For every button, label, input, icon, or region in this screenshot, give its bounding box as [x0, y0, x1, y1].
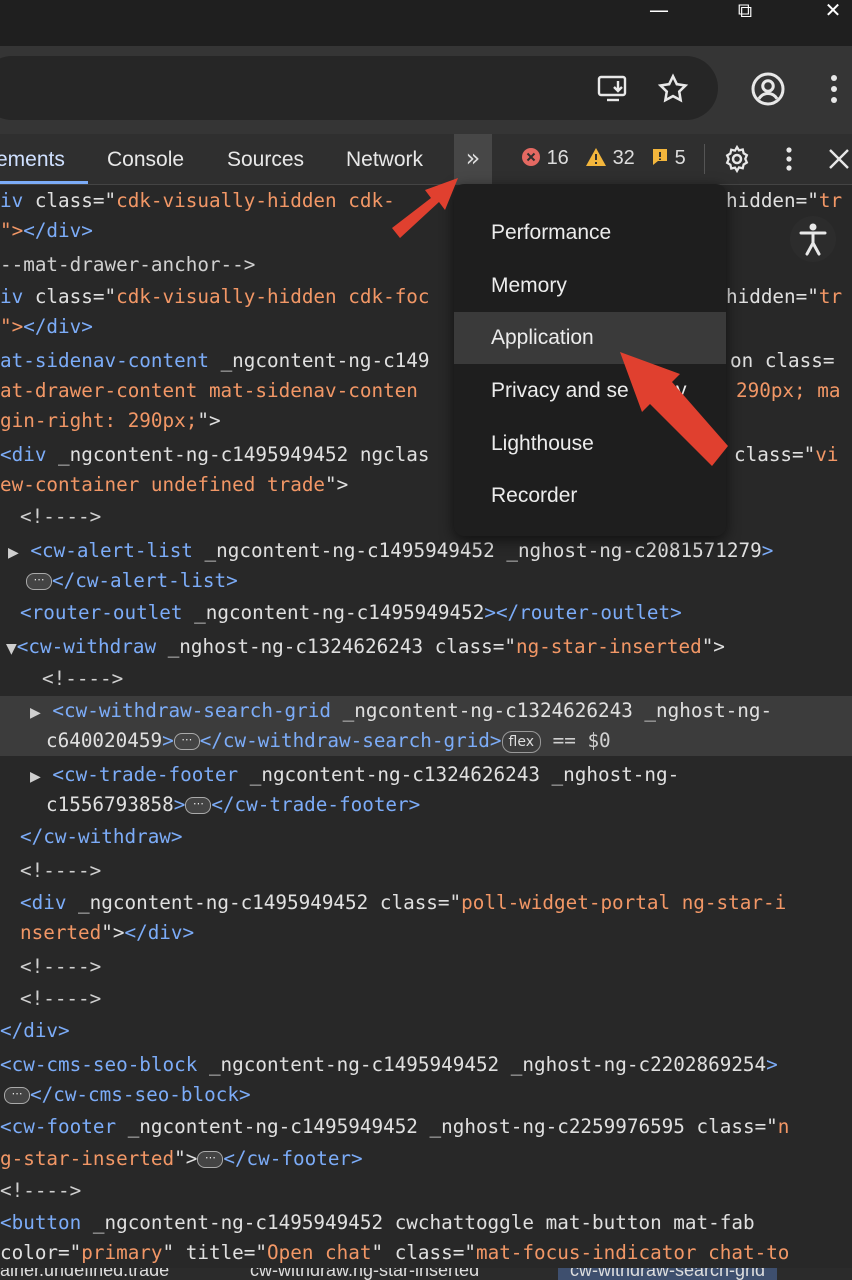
- accessibility-icon[interactable]: [790, 216, 836, 262]
- toolbar-divider: [704, 144, 705, 174]
- menu-item-memory[interactable]: Memory: [454, 260, 726, 312]
- star-icon[interactable]: [656, 72, 690, 106]
- more-tabs-menu: Performance Memory Application Privacy a…: [454, 184, 726, 536]
- more-tabs-button[interactable]: »: [454, 134, 492, 184]
- flex-badge[interactable]: flex: [501, 730, 542, 753]
- dom-line[interactable]: ▶ <cw-withdraw-search-grid _ngcontent-ng…: [30, 696, 772, 726]
- warning-icon: [585, 148, 607, 169]
- dom-line[interactable]: color="primary" title="Open chat" class=…: [0, 1238, 789, 1268]
- dom-line[interactable]: iv class="cdk-visually-hidden cdk-hidden…: [0, 186, 842, 216]
- dom-line[interactable]: iv class="cdk-visually-hidden cdk-foc hid…: [0, 282, 842, 312]
- dom-line[interactable]: <cw-footer _ngcontent-ng-c1495949452 _ng…: [0, 1112, 789, 1142]
- dom-line[interactable]: <!---->: [20, 502, 101, 532]
- dom-line[interactable]: ew-container undefined trade">: [0, 470, 348, 500]
- dom-line[interactable]: at-drawer-content mat-sidenav-conten 290p…: [0, 376, 840, 406]
- devtools-menu-icon[interactable]: [781, 145, 797, 173]
- install-app-icon[interactable]: [596, 72, 630, 106]
- dom-line[interactable]: <button _ngcontent-ng-c1495949452 cwchat…: [0, 1208, 755, 1238]
- expand-triangle-icon[interactable]: ▶: [30, 705, 41, 721]
- dom-line[interactable]: <div _ngcontent-ng-c1495949452 class="po…: [20, 888, 786, 918]
- dom-line[interactable]: <!---->: [42, 664, 123, 694]
- dom-line[interactable]: ⋯ </cw-cms-seo-block>: [4, 1080, 251, 1110]
- error-icon: [521, 148, 541, 169]
- menu-item-recorder[interactable]: Recorder: [454, 470, 726, 522]
- dom-line[interactable]: <!---->: [20, 856, 101, 886]
- profile-icon[interactable]: [750, 71, 786, 107]
- breadcrumb: ainer.undefined.trade cw-withdraw.ng-sta…: [0, 1268, 852, 1280]
- issues-icon: [651, 148, 669, 169]
- dom-line[interactable]: <!---->: [20, 952, 101, 982]
- collapse-triangle-icon[interactable]: ▼: [6, 641, 17, 657]
- dom-line[interactable]: at-sidenav-content _ngcontent-ng-c149 on …: [0, 346, 834, 376]
- tab-elements[interactable]: ements: [0, 148, 65, 172]
- menu-item-lighthouse[interactable]: Lighthouse: [454, 418, 726, 470]
- expand-triangle-icon[interactable]: ▶: [8, 545, 19, 561]
- browser-toolbar: [0, 46, 852, 134]
- collapsed-ellipsis[interactable]: ⋯: [4, 1087, 30, 1104]
- warnings-count: 32: [612, 147, 635, 169]
- collapsed-ellipsis[interactable]: ⋯: [197, 1151, 224, 1168]
- close-devtools-icon[interactable]: [826, 146, 852, 172]
- collapsed-ellipsis[interactable]: ⋯: [26, 573, 52, 590]
- restore-button[interactable]: ⧉: [720, 0, 770, 24]
- issues-badge[interactable]: 5: [651, 147, 686, 170]
- dom-line[interactable]: <router-outlet _ngcontent-ng-c1495949452…: [20, 598, 682, 628]
- dom-line[interactable]: </div>: [0, 1016, 70, 1046]
- window-titlebar: — ⧉ ✕: [0, 0, 852, 46]
- warnings-badge[interactable]: 32: [585, 147, 635, 170]
- menu-item-performance[interactable]: Performance: [454, 207, 726, 259]
- dom-line[interactable]: --mat-drawer-anchor-->: [0, 250, 255, 280]
- collapsed-ellipsis[interactable]: ⋯: [185, 797, 212, 814]
- dom-line[interactable]: "></div>: [0, 216, 93, 246]
- dom-line[interactable]: g-star-inserted"> ⋯ </cw-footer>: [0, 1144, 363, 1174]
- dom-line[interactable]: <cw-cms-seo-block _ngcontent-ng-c1495949…: [0, 1050, 778, 1080]
- tab-network[interactable]: Network: [346, 148, 423, 172]
- kebab-menu-icon[interactable]: [826, 72, 842, 106]
- menu-item-application[interactable]: Application: [454, 312, 726, 364]
- dom-line[interactable]: <div _ngcontent-ng-c1495949452 ngclas cla…: [0, 440, 838, 470]
- tab-console[interactable]: Console: [107, 148, 184, 172]
- dom-line[interactable]: gin-right: 290px;">: [0, 406, 221, 436]
- menu-item-privacy-and-security[interactable]: Privacy and se y: [454, 365, 726, 417]
- minimize-button[interactable]: —: [634, 0, 684, 24]
- errors-count: 16: [546, 147, 569, 169]
- dom-line[interactable]: c1556793858> ⋯ </cw-trade-footer>: [46, 790, 420, 820]
- gear-icon[interactable]: [722, 144, 752, 174]
- tab-sources[interactable]: Sources: [227, 148, 304, 172]
- collapsed-ellipsis[interactable]: ⋯: [173, 733, 200, 750]
- dom-line[interactable]: <!---->: [0, 1176, 81, 1206]
- dom-line[interactable]: ▼<cw-withdraw _nghost-ng-c1324626243 cla…: [6, 632, 725, 662]
- dom-line[interactable]: ▶ <cw-trade-footer _ngcontent-ng-c132462…: [30, 760, 679, 790]
- dom-line[interactable]: c640020459> ⋯ </cw-withdraw-search-grid> fl…: [46, 726, 611, 756]
- dom-line[interactable]: nserted"></div>: [20, 918, 194, 948]
- dom-line[interactable]: ▶ <cw-alert-list _ngcontent-ng-c14959494…: [8, 536, 773, 566]
- devtools-tab-bar: ements Console Sources Network » 16 32 5: [0, 134, 852, 185]
- dom-line[interactable]: ⋯ </cw-alert-list>: [26, 566, 238, 596]
- expand-triangle-icon[interactable]: ▶: [30, 769, 41, 785]
- errors-badge[interactable]: 16: [521, 147, 569, 170]
- dom-line[interactable]: </cw-withdraw>: [20, 822, 183, 852]
- breadcrumb-item-active[interactable]: cw-withdraw-search-grid: [558, 1268, 778, 1280]
- breadcrumb-item[interactable]: cw-withdraw.ng-star-inserted: [250, 1268, 479, 1280]
- dom-line[interactable]: <!---->: [20, 984, 101, 1014]
- issues-count: 5: [674, 147, 686, 169]
- close-window-button[interactable]: ✕: [808, 0, 852, 24]
- breadcrumb-item[interactable]: ainer.undefined.trade: [0, 1268, 169, 1280]
- dom-line[interactable]: "></div>: [0, 312, 93, 342]
